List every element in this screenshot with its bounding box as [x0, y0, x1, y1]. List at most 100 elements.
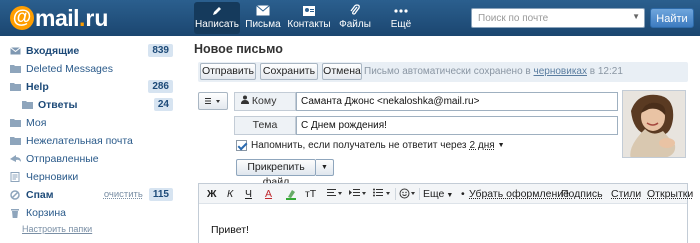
indent-icon[interactable]	[349, 188, 367, 201]
reminder-row: Напомнить, если получатель не ответит че…	[236, 140, 505, 151]
folder-name: Моя	[26, 116, 47, 129]
remove-format-link[interactable]: Убрать оформление	[469, 188, 569, 200]
top-bar: @ mail . ru Написать Письма Контакты Фай…	[0, 0, 700, 36]
nav-contacts[interactable]: Контакты	[286, 2, 332, 34]
recipient-options-dropdown[interactable]	[198, 92, 228, 110]
logo-mail: mail	[35, 4, 80, 31]
nav-files-label: Файлы	[339, 19, 371, 30]
drafts-link[interactable]: черновиках	[534, 66, 587, 77]
folder-drafts[interactable]: Черновики	[10, 168, 173, 185]
more-format-dropdown[interactable]: Еще ▼	[423, 188, 453, 200]
folder-name: Deleted Messages	[26, 62, 113, 75]
folder-name: Входящие	[26, 44, 80, 57]
folder-name: Нежелательная почта	[26, 134, 133, 147]
folder-inbox[interactable]: Входящие 839	[10, 42, 173, 59]
chevron-down-icon: ▼	[497, 142, 505, 149]
pen-icon	[194, 2, 240, 17]
attach-options-dropdown[interactable]: ▼	[316, 159, 334, 176]
folder-junk[interactable]: Нежелательная почта	[10, 132, 173, 149]
reminder-checkbox[interactable]	[236, 140, 247, 151]
cancel-button[interactable]: Отмена	[322, 63, 362, 80]
autosave-status: Письмо автоматически сохранено в чернови…	[364, 66, 623, 77]
signature-link[interactable]: Подпись	[561, 188, 603, 200]
more-format-label: Еще	[423, 188, 445, 200]
send-button[interactable]: Отправить	[200, 63, 256, 80]
reminder-text: Напомнить, если получатель не ответит че…	[251, 140, 467, 151]
trash-icon	[10, 208, 22, 218]
editor-toolbar: Ж К Ч А тТ Еще ▼ • Убрать оформление Под…	[199, 184, 693, 204]
unread-count: 115	[148, 188, 173, 201]
italic-button[interactable]: К	[227, 188, 233, 200]
folder-trash[interactable]: Корзина	[10, 204, 173, 221]
underline-button[interactable]: Ч	[245, 188, 252, 200]
bold-button[interactable]: Ж	[207, 188, 217, 200]
toolbar-divider	[419, 188, 420, 200]
folder-deleted-messages[interactable]: Deleted Messages	[10, 60, 173, 77]
folder-help[interactable]: Help 286	[10, 78, 173, 95]
save-button[interactable]: Сохранить	[260, 63, 318, 80]
search-button[interactable]: Найти	[650, 8, 694, 28]
page-title: Новое письмо	[194, 42, 283, 56]
recipient-avatar	[622, 90, 686, 158]
chevron-down-icon: ▼	[444, 192, 454, 199]
styles-link[interactable]: Стили	[611, 188, 641, 200]
nav-more-label: Ещё	[390, 19, 412, 30]
bullet-icon: •	[461, 188, 465, 200]
envelope-icon	[240, 2, 286, 17]
compose-toolbar: Отправить Сохранить Отмена Письмо автома…	[198, 62, 688, 82]
subject-field[interactable]: С Днем рождения!	[296, 116, 618, 135]
reminder-period-dropdown[interactable]: 2 дня	[470, 140, 495, 151]
list-icon[interactable]	[373, 188, 391, 201]
person-icon	[241, 95, 252, 107]
spam-icon	[10, 189, 22, 200]
sent-icon	[10, 154, 22, 164]
to-field[interactable]: Саманта Джонс <nekaloshka@mail.ru>	[296, 92, 618, 111]
logo-at: @	[10, 6, 34, 30]
nav-more[interactable]: Ещё	[378, 2, 424, 34]
to-label-button[interactable]: Кому	[234, 92, 296, 111]
folder-answers[interactable]: Ответы 24	[22, 96, 173, 113]
folder-sent[interactable]: Отправленные	[10, 150, 173, 167]
folder-icon	[10, 118, 22, 128]
more-dots-icon	[378, 2, 424, 17]
folder-spam[interactable]: Спам очистить 115	[10, 186, 173, 203]
compose-panel: Новое письмо Отправить Сохранить Отмена …	[190, 36, 700, 243]
search-input[interactable]: Поиск по почте ▼	[471, 8, 645, 28]
folder-icon	[10, 82, 22, 92]
font-size-button[interactable]: тТ	[305, 188, 316, 200]
font-color-button[interactable]: А	[265, 188, 272, 200]
folder-sidebar: Входящие 839 Deleted Messages Help 286 О…	[0, 36, 183, 243]
mailru-logo[interactable]: @ mail . ru	[10, 4, 108, 32]
folder-icon	[10, 64, 22, 74]
list-dropdown-icon	[205, 98, 220, 104]
cards-link[interactable]: Открытки	[647, 188, 693, 200]
nav-files[interactable]: Файлы	[332, 2, 378, 34]
folder-icon	[10, 136, 22, 146]
to-label: Кому	[251, 95, 277, 107]
draft-icon	[10, 171, 22, 182]
autosave-prefix: Письмо автоматически сохранено в	[364, 66, 531, 77]
folder-name: Help	[26, 80, 49, 93]
autosave-time: в 12:21	[589, 66, 623, 77]
folder-name: Корзина	[26, 206, 66, 219]
paperclip-icon	[332, 2, 378, 17]
highlight-icon[interactable]	[285, 188, 297, 203]
nav-letters[interactable]: Письма	[240, 2, 286, 34]
align-icon[interactable]	[327, 188, 343, 201]
attach-file-button[interactable]: Прикрепить файл	[236, 159, 316, 188]
message-body[interactable]: Привет!	[211, 224, 249, 236]
nav-compose[interactable]: Написать	[194, 2, 240, 34]
folder-name: Спам	[26, 188, 54, 201]
main-nav: Написать Письма Контакты Файлы Ещё	[194, 2, 424, 34]
emoji-icon[interactable]	[399, 188, 417, 202]
subject-label: Тема	[234, 116, 296, 135]
search-dropdown-icon[interactable]: ▼	[632, 12, 640, 21]
folder-moya[interactable]: Моя	[10, 114, 173, 131]
envelope-icon	[10, 46, 22, 56]
clear-spam-link[interactable]: очистить	[104, 189, 143, 200]
configure-folders-link[interactable]: Настроить папки	[22, 224, 92, 234]
contacts-icon	[286, 2, 332, 17]
unread-count: 286	[148, 80, 173, 93]
nav-letters-label: Письма	[245, 19, 281, 30]
nav-compose-label: Написать	[195, 19, 239, 30]
